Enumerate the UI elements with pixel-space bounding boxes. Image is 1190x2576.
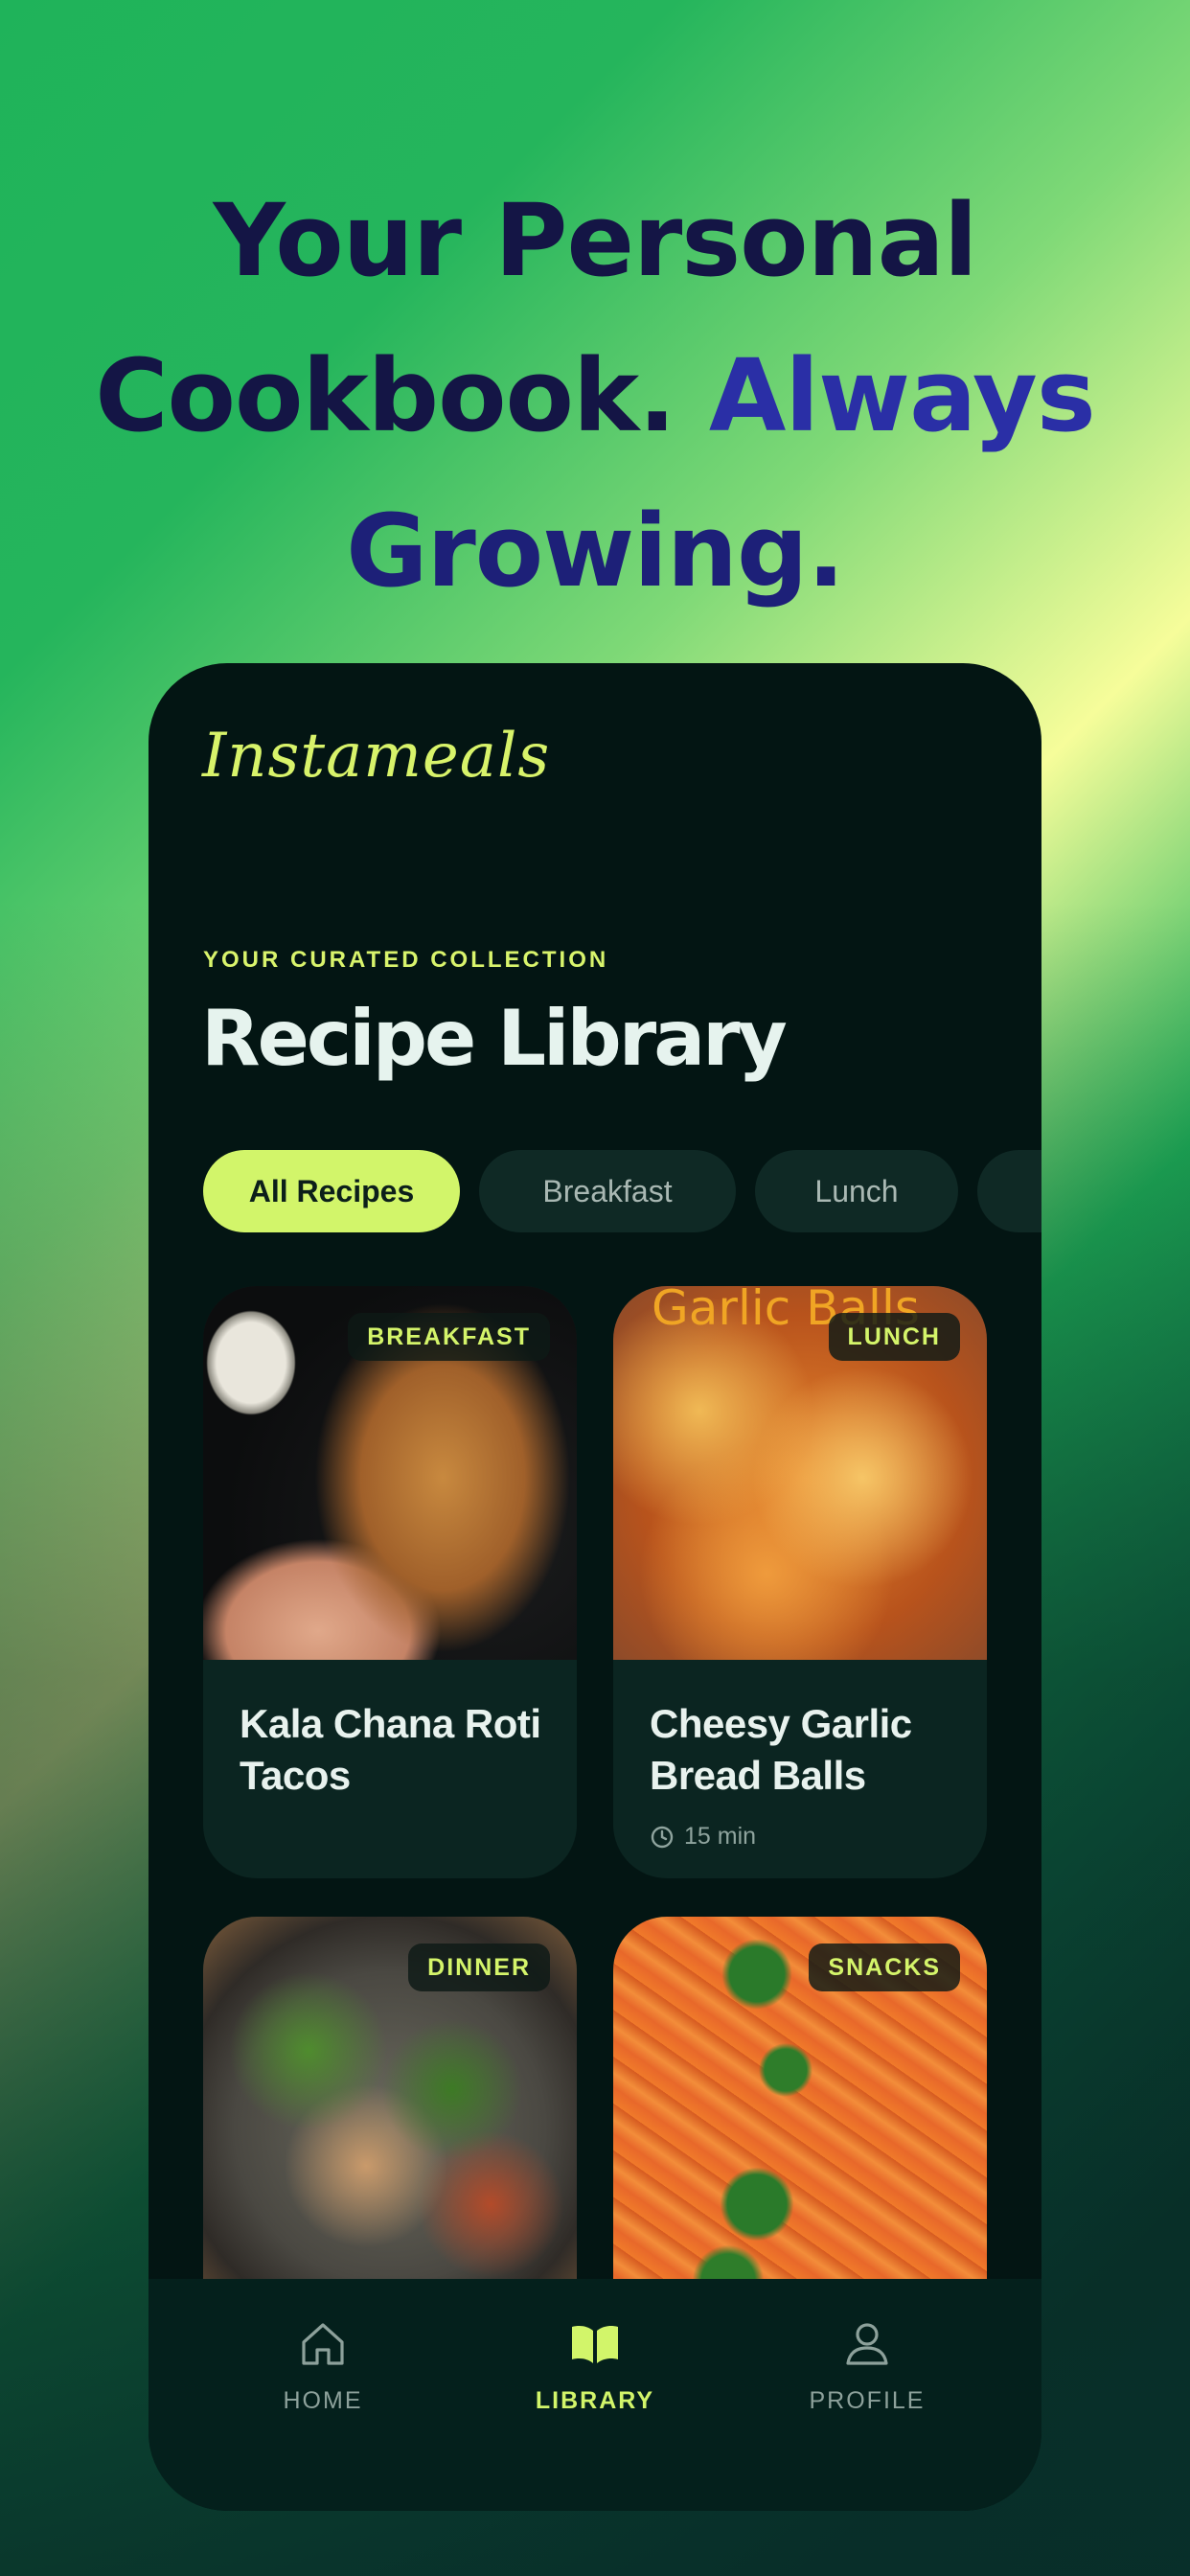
- chip-all-recipes[interactable]: All Recipes: [203, 1150, 460, 1232]
- nav-library[interactable]: LIBRARY: [499, 2317, 691, 2415]
- chip-more[interactable]: [977, 1150, 1041, 1232]
- category-filter-bar: All Recipes Breakfast Lunch: [203, 1150, 1041, 1232]
- nav-library-label: LIBRARY: [535, 2387, 655, 2414]
- recipe-time: 15 min: [650, 1823, 756, 1851]
- chip-breakfast[interactable]: Breakfast: [479, 1150, 736, 1232]
- book-icon: [572, 2326, 618, 2363]
- category-badge: LUNCH: [828, 1313, 960, 1361]
- person-icon: [846, 2323, 888, 2365]
- nav-profile-label: PROFILE: [809, 2387, 926, 2414]
- headline-line2b: Always: [708, 337, 1096, 454]
- section-eyebrow: YOUR CURATED COLLECTION: [203, 947, 609, 973]
- headline-line2a: Cookbook.: [95, 337, 675, 454]
- category-badge: BREAKFAST: [348, 1313, 550, 1361]
- recipe-title: Cheesy Garlic Bread Balls: [650, 1701, 912, 1798]
- marketing-headline: Your Personal Cookbook. Always Growing.: [0, 163, 1190, 629]
- nav-home-label: HOME: [283, 2387, 363, 2414]
- nav-profile[interactable]: PROFILE: [771, 2317, 963, 2415]
- recipe-card[interactable]: Garlic Balls LUNCH Cheesy Garlic Bread B…: [613, 1286, 987, 1878]
- bottom-nav: HOME LIBRARY PROFILE: [149, 2279, 1041, 2511]
- headline-line1: Your Personal: [213, 182, 977, 299]
- recipe-time-label: 15 min: [684, 1823, 757, 1850]
- nav-home[interactable]: HOME: [227, 2317, 419, 2415]
- page-title: Recipe Library: [201, 994, 788, 1083]
- clock-icon: [651, 1826, 674, 1848]
- recipe-title: Kala Chana Roti Tacos: [240, 1701, 541, 1798]
- category-badge: SNACKS: [809, 1944, 960, 1991]
- home-icon: [302, 2323, 344, 2365]
- chip-lunch[interactable]: Lunch: [755, 1150, 958, 1232]
- headline-line3: Growing.: [346, 493, 845, 610]
- phone-screen: Instameals YOUR CURATED COLLECTION Recip…: [149, 663, 1041, 2511]
- category-badge: DINNER: [408, 1944, 550, 1991]
- recipe-card[interactable]: BREAKFAST Kala Chana Roti Tacos: [203, 1286, 577, 1878]
- app-logo: Instameals: [202, 721, 551, 792]
